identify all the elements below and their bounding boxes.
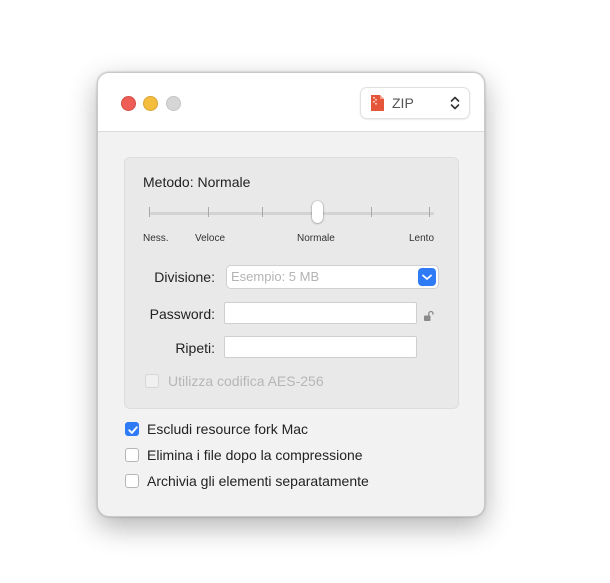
slider-tick [429,207,430,217]
format-label: ZIP [392,95,414,111]
archive-options-window: ZIP Metodo: Normale Ness. Veloce Normale… [97,72,485,517]
slider-tick [262,207,263,217]
exclude-resource-fork-label: Escludi resource fork Mac [147,421,309,437]
division-select[interactable]: Esempio: 5 MB [226,265,439,289]
compression-panel: Metodo: Normale Ness. Veloce Normale Len… [124,157,459,409]
slider-tick [208,207,209,217]
aes-encryption-checkbox[interactable] [145,374,159,388]
exclude-resource-fork-checkbox[interactable] [125,422,139,436]
tick-label-none: Ness. [143,233,169,244]
compression-slider-knob[interactable] [312,201,323,223]
division-placeholder: Esempio: 5 MB [231,269,320,284]
archive-separately-checkbox[interactable] [125,474,139,488]
format-select[interactable]: ZIP [360,87,470,119]
password-label: Password: [149,306,215,322]
slider-tick [149,207,150,217]
compression-slider-track[interactable] [149,212,434,215]
tick-label-slow: Lento [409,233,435,244]
close-button[interactable] [121,96,136,111]
repeat-label: Ripeti: [175,340,215,356]
zoom-button[interactable] [166,96,181,111]
archive-separately-label: Archivia gli elementi separatamente [147,473,369,489]
tick-label-normal: Normale [297,233,335,244]
tick-label-fast: Veloce [195,233,226,244]
aes-encryption-label: Utilizza codifica AES-256 [168,373,324,389]
checkmark-icon [128,426,138,434]
password-input[interactable] [224,302,417,324]
lock-icon[interactable] [423,309,435,327]
chevron-down-icon[interactable] [418,268,436,286]
slider-tick [371,207,372,217]
repeat-password-input[interactable] [224,336,417,358]
zip-file-icon [370,94,385,117]
division-label: Divisione: [154,269,215,285]
chevron-updown-icon [450,95,460,116]
minimize-button[interactable] [143,96,158,111]
method-title: Metodo: Normale [143,174,251,190]
delete-files-label: Elimina i file dopo la compressione [147,447,363,463]
delete-files-checkbox[interactable] [125,448,139,462]
titlebar: ZIP [98,73,484,132]
